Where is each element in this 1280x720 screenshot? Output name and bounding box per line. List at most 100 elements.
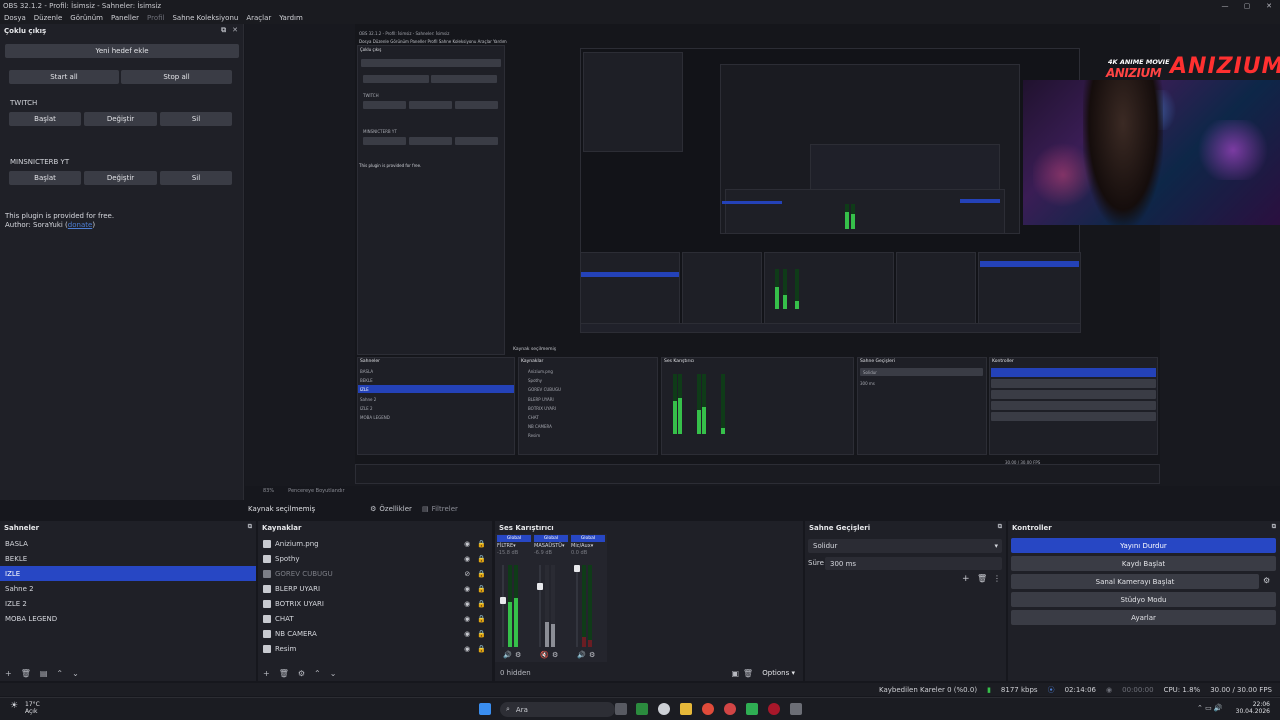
transition-select[interactable]: Solidur ▾: [808, 539, 1002, 553]
channel-name[interactable]: FİLTRE ▾: [497, 542, 531, 550]
eye-icon[interactable]: ◉: [464, 630, 470, 638]
channel-name[interactable]: Mic/Aux ▾: [571, 542, 605, 550]
tray-icons[interactable]: ⌃ ▭ 🔊: [1197, 704, 1223, 712]
stop-all-button[interactable]: Stop all: [121, 70, 232, 84]
start-virtualcam-button[interactable]: Sanal Kamerayı Başlat: [1011, 574, 1259, 589]
opera-icon[interactable]: [768, 703, 780, 715]
source-item[interactable]: NB CAMERA ◉ 🔒: [258, 626, 492, 641]
source-item[interactable]: BLERP UYARI ◉ 🔒: [258, 581, 492, 596]
folder-icon[interactable]: [680, 703, 692, 715]
eye-icon[interactable]: ◉: [464, 615, 470, 623]
volume-fader-knob[interactable]: [500, 597, 506, 604]
close-icon[interactable]: ✕: [232, 26, 238, 35]
yt-edit-button[interactable]: Değiştir: [84, 171, 157, 185]
weather-icon[interactable]: ☀: [10, 701, 18, 711]
chevron-down-icon[interactable]: ⌄: [72, 669, 79, 678]
dock-float-icon[interactable]: ⧉: [248, 523, 252, 531]
add-icon[interactable]: +: [962, 574, 970, 584]
volume-fader-track[interactable]: [539, 565, 541, 647]
menu-file[interactable]: Dosya: [4, 14, 26, 22]
dock-float-icon[interactable]: ⧉: [998, 523, 1002, 531]
source-item[interactable]: CHAT ◉ 🔒: [258, 611, 492, 626]
volume-fader-track[interactable]: [502, 565, 504, 647]
lock-icon[interactable]: 🔒: [477, 570, 486, 578]
gear-icon[interactable]: ⚙: [589, 651, 595, 659]
eye-icon[interactable]: ◉: [464, 555, 470, 563]
lock-icon[interactable]: 🔒: [477, 645, 486, 653]
dock-float-icon[interactable]: ⧉: [1272, 523, 1276, 531]
source-item[interactable]: BOTRIX UYARI ◉ 🔒: [258, 596, 492, 611]
trash-icon[interactable]: 🗑: [743, 669, 753, 678]
fit-to-window[interactable]: Pencereye Boyutlandır: [288, 488, 344, 494]
volume-fader-track[interactable]: [576, 565, 578, 647]
add-icon[interactable]: +: [5, 669, 12, 678]
steam-icon[interactable]: [658, 703, 670, 715]
chrome-icon[interactable]: [702, 703, 714, 715]
gear-icon[interactable]: ⚙: [515, 651, 521, 659]
filters-button[interactable]: ▤ Filtreler: [417, 503, 463, 515]
menu-tools[interactable]: Araçlar: [246, 14, 271, 22]
source-item[interactable]: Spothy ◉ 🔒: [258, 551, 492, 566]
layout-icon[interactable]: ▣: [731, 669, 739, 678]
menu-scene-collection[interactable]: Sahne Koleksiyonu: [172, 14, 238, 22]
twitch-edit-button[interactable]: Değiştir: [84, 112, 157, 126]
start-all-button[interactable]: Start all: [9, 70, 119, 84]
source-item-hidden[interactable]: GOREV CUBUGU ⊘ 🔒: [258, 566, 492, 581]
donate-link[interactable]: donate: [68, 221, 93, 229]
more-icon[interactable]: ⋮: [993, 574, 1001, 583]
terminal-icon[interactable]: [790, 703, 802, 715]
maximize-button[interactable]: ▢: [1236, 0, 1258, 12]
lock-icon[interactable]: 🔒: [477, 585, 486, 593]
zoom-level[interactable]: 83%: [263, 488, 274, 494]
float-icon[interactable]: ⧉: [221, 26, 226, 35]
scene-item-selected[interactable]: IZLE: [0, 566, 256, 581]
lock-icon[interactable]: 🔒: [477, 555, 486, 563]
studio-mode-button[interactable]: Stüdyo Modu: [1011, 592, 1276, 607]
gear-icon[interactable]: ⚙: [1263, 576, 1270, 585]
start-icon[interactable]: [479, 703, 491, 715]
options-button[interactable]: Options ▾: [762, 669, 795, 677]
lock-icon[interactable]: 🔒: [477, 630, 486, 638]
menu-view[interactable]: Görünüm: [70, 14, 103, 22]
scene-item[interactable]: MOBA LEGEND: [0, 611, 256, 626]
close-button[interactable]: ✕: [1258, 0, 1280, 12]
chevron-down-icon[interactable]: ⌄: [330, 669, 337, 678]
chevron-up-icon[interactable]: ⌃: [314, 669, 321, 678]
eye-off-icon[interactable]: ⊘: [464, 570, 470, 578]
weather-widget[interactable]: 17°C Açık: [25, 701, 40, 715]
stop-stream-button[interactable]: Yayını Durdur: [1011, 538, 1276, 553]
gear-icon[interactable]: ⚙: [552, 651, 558, 659]
menu-edit[interactable]: Düzenle: [34, 14, 63, 22]
lock-icon[interactable]: 🔒: [477, 600, 486, 608]
mute-icon[interactable]: 🔊: [577, 651, 586, 659]
twitch-start-button[interactable]: Başlat: [9, 112, 81, 126]
properties-button[interactable]: ⚙ Özellikler: [365, 503, 417, 515]
start-recording-button[interactable]: Kaydı Başlat: [1011, 556, 1276, 571]
source-item[interactable]: Resim ◉ 🔒: [258, 641, 492, 656]
source-item[interactable]: Anizium.png ◉ 🔒: [258, 536, 492, 551]
chevron-up-icon[interactable]: ⌃: [56, 669, 63, 678]
gear-icon[interactable]: ⚙: [298, 669, 305, 678]
twitch-delete-button[interactable]: Sil: [160, 112, 232, 126]
add-target-button[interactable]: Yeni hedef ekle: [5, 44, 239, 58]
add-icon[interactable]: +: [263, 669, 270, 678]
taskbar-search[interactable]: ⌕ Ara: [500, 702, 615, 717]
filter-icon[interactable]: ▤: [40, 669, 48, 678]
scene-item[interactable]: BEKLE: [0, 551, 256, 566]
minimize-button[interactable]: —: [1214, 0, 1236, 12]
duration-input[interactable]: 300 ms: [825, 557, 1002, 570]
menu-docks[interactable]: Paneller: [111, 14, 139, 22]
menu-help[interactable]: Yardım: [279, 14, 303, 22]
xbox-icon[interactable]: [636, 703, 648, 715]
scene-item[interactable]: BASLA: [0, 536, 256, 551]
trash-icon[interactable]: 🗑: [21, 669, 31, 678]
eye-icon[interactable]: ◉: [464, 600, 470, 608]
trash-icon[interactable]: 🗑: [279, 669, 289, 678]
yt-delete-button[interactable]: Sil: [160, 171, 232, 185]
lock-icon[interactable]: 🔒: [477, 615, 486, 623]
muted-icon[interactable]: 🔇: [540, 651, 549, 659]
trash-icon[interactable]: 🗑: [977, 574, 987, 583]
eye-icon[interactable]: ◉: [464, 540, 470, 548]
task-view-icon[interactable]: [615, 703, 627, 715]
volume-fader-knob[interactable]: [537, 583, 543, 590]
